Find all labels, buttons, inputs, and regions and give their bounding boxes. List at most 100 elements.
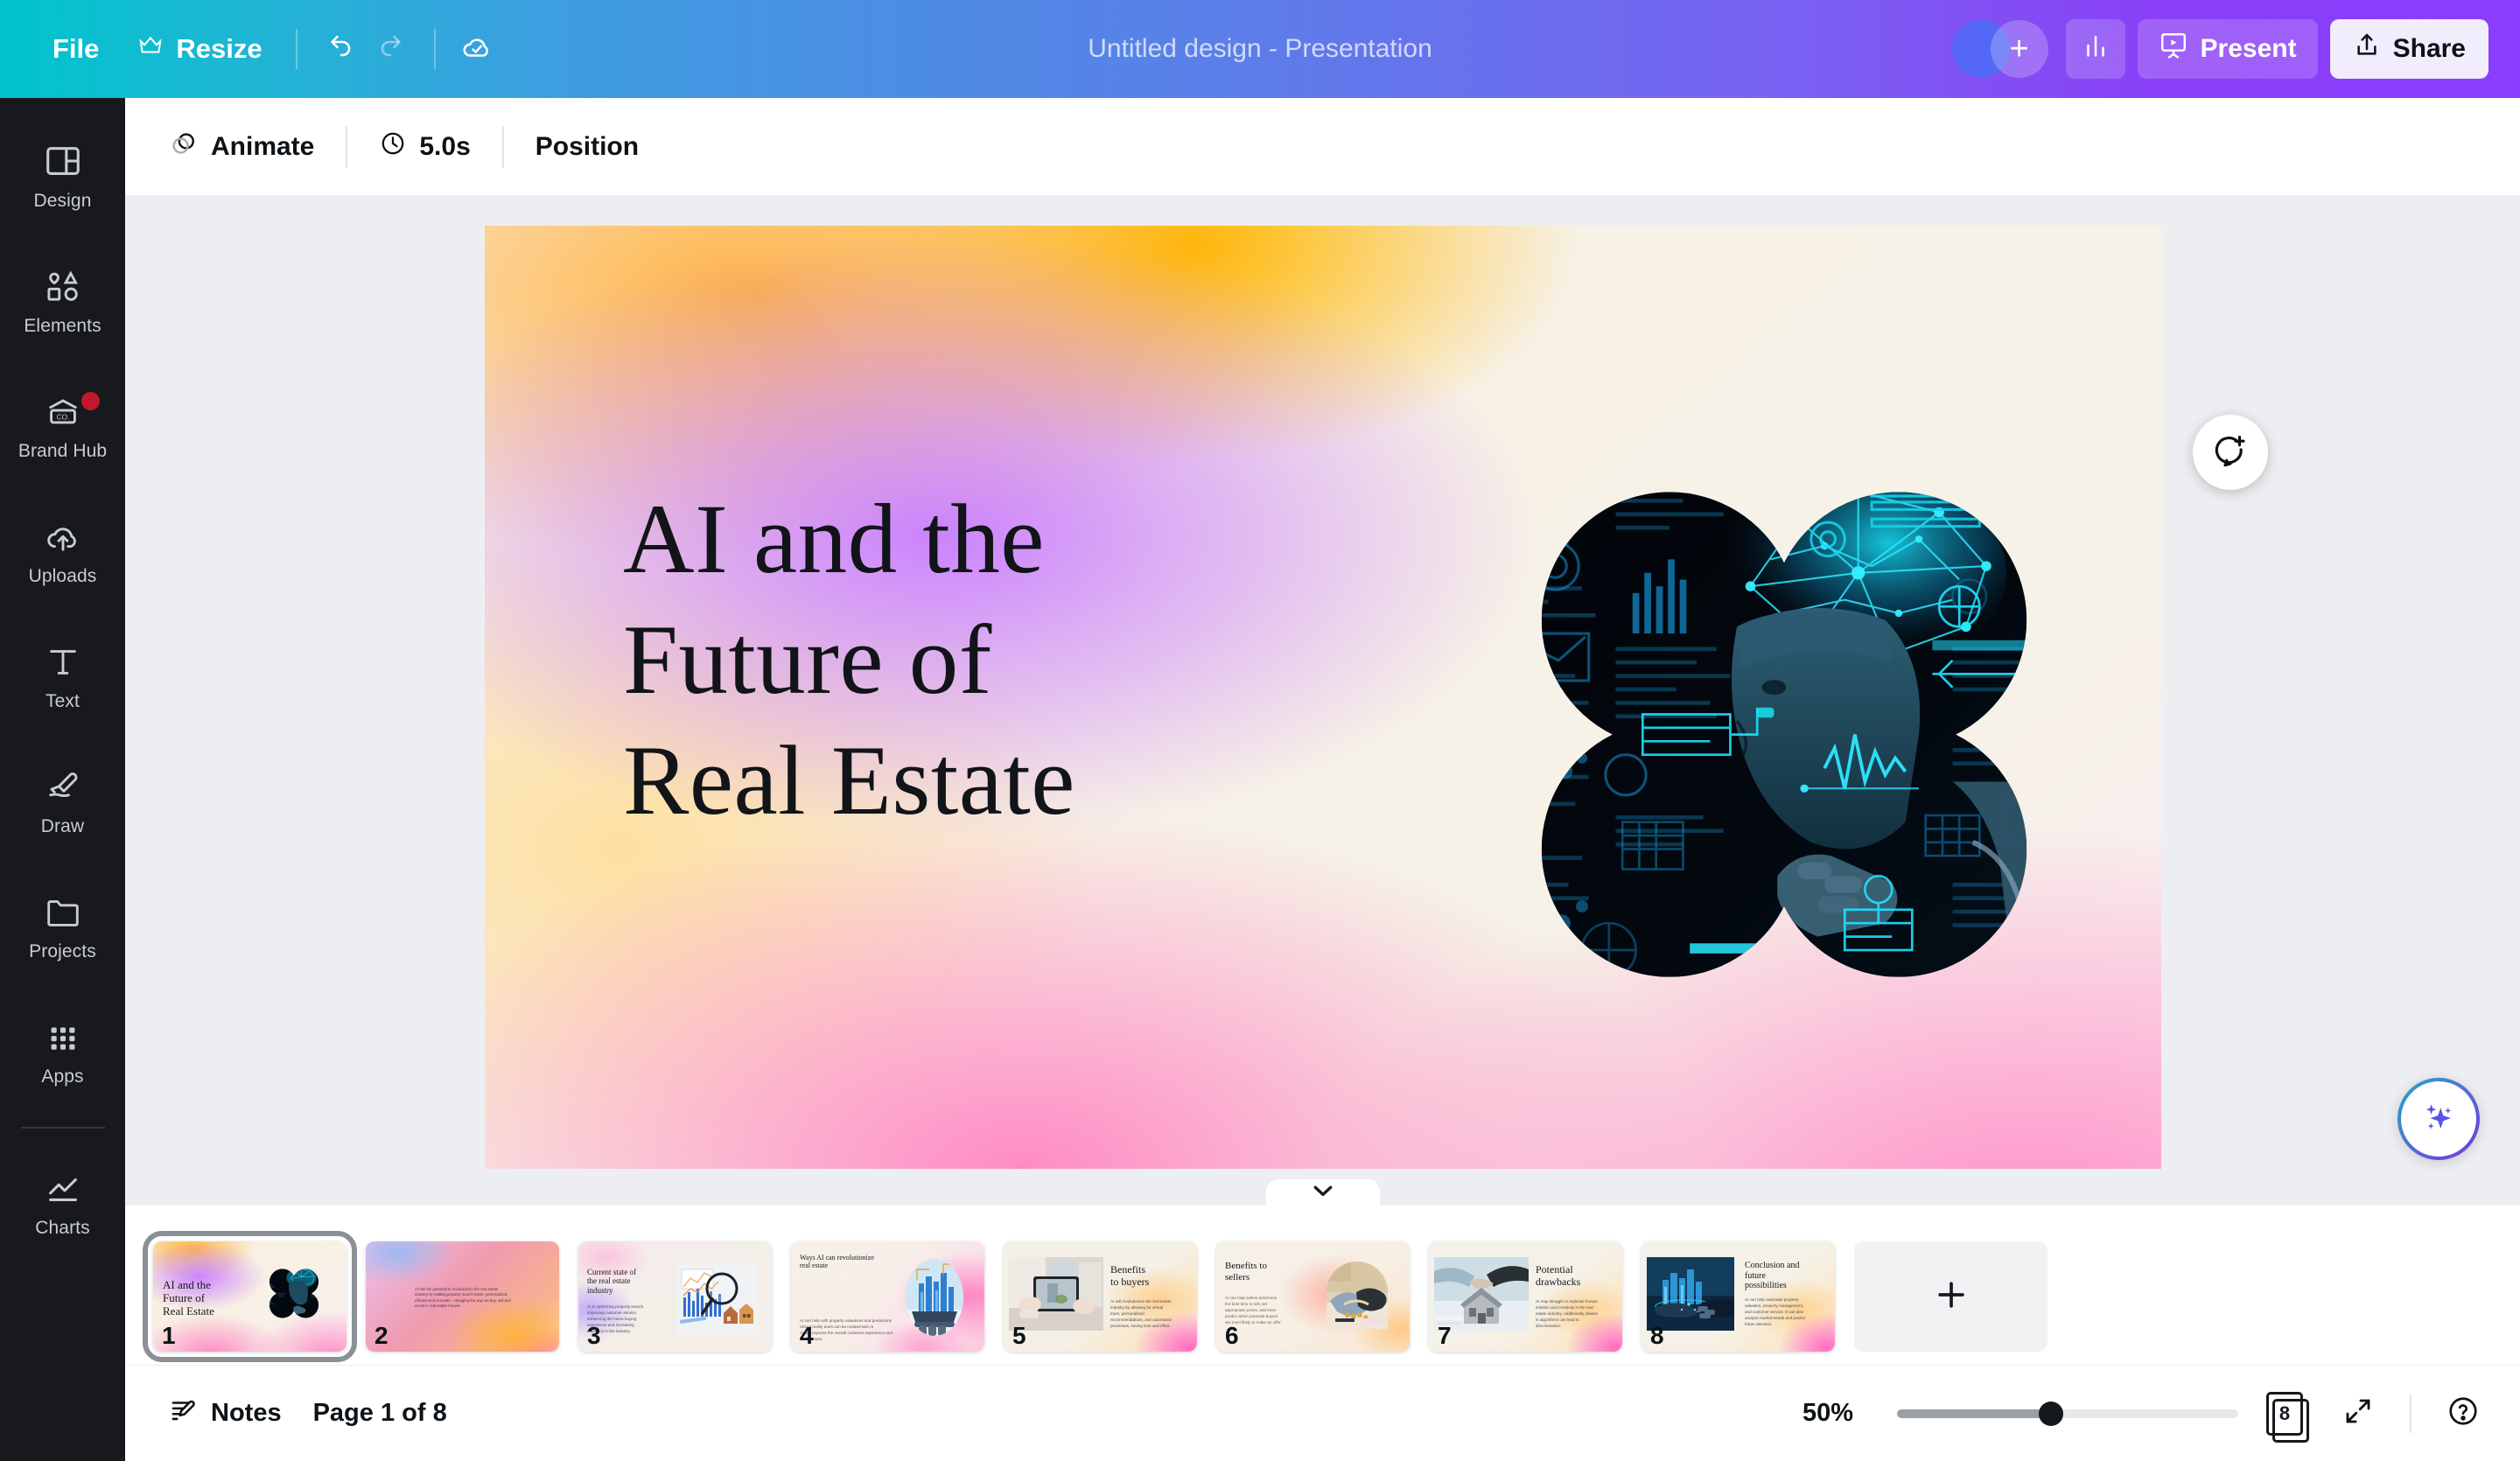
brand-icon: CO. <box>43 392 83 432</box>
sidebar-item-elements[interactable]: Elements <box>0 239 125 364</box>
plus-icon: + <box>2009 31 2029 67</box>
file-menu-button[interactable]: File <box>33 22 118 76</box>
chevron-down-icon <box>1310 1182 1336 1204</box>
page-number: 4 <box>800 1322 814 1349</box>
page-thumbnail-strip[interactable]: AI and the Future of Real Estate 1 AI ha… <box>125 1206 2520 1365</box>
help-circle-icon <box>2446 1395 2480 1432</box>
page-thumbnail-4[interactable]: Ways AI can revolutionize real estate AI… <box>791 1241 984 1352</box>
slider-fill <box>1897 1409 2051 1418</box>
bottom-status-bar: Notes Page 1 of 8 50% 8 <box>125 1365 2520 1461</box>
mini-slide-body: AI will revolutionize the real estate in… <box>1110 1299 1172 1328</box>
sidebar-label: Design <box>33 190 92 211</box>
page-duration-button[interactable]: 5.0s <box>363 117 486 177</box>
page-number: 5 <box>1012 1322 1026 1349</box>
pages-panel: AI and the Future of Real Estate 1 AI ha… <box>125 1179 2520 1365</box>
resize-button[interactable]: Resize <box>118 22 281 76</box>
left-sidebar: Design Elements CO. Brand Hub Uploads Te… <box>0 98 125 1461</box>
sidebar-item-apps[interactable]: Apps <box>0 989 125 1115</box>
shapes-icon <box>43 267 83 307</box>
redo-button[interactable] <box>366 22 420 76</box>
sidebar-item-draw[interactable]: Draw <box>0 739 125 864</box>
sidebar-divider <box>20 1127 105 1129</box>
sidebar-label: Brand Hub <box>18 440 108 461</box>
sidebar-item-charts[interactable]: Charts <box>0 1141 125 1266</box>
svg-text:CO.: CO. <box>56 412 69 421</box>
thumbnail-preview: Ways AI can revolutionize real estate AI… <box>791 1241 984 1352</box>
file-menu-label: File <box>52 33 100 64</box>
mini-slide-image <box>1321 1257 1393 1329</box>
sidebar-item-text[interactable]: Text <box>0 614 125 739</box>
page-number: 8 <box>1650 1322 1664 1349</box>
sidebar-item-projects[interactable]: Projects <box>0 864 125 989</box>
animate-button[interactable]: Animate <box>153 117 330 177</box>
sidebar-label: Draw <box>40 815 85 836</box>
divider <box>295 29 298 69</box>
mini-slide-body: AI may struggle to replicate human intui… <box>1536 1299 1598 1328</box>
grid-view-button[interactable]: 8 <box>2258 1387 2312 1443</box>
mini-slide-title: Benefits to buyers <box>1110 1263 1150 1288</box>
sidebar-item-brand-hub[interactable]: CO. Brand Hub <box>0 364 125 489</box>
mini-slide-body: AI can help automate property valuation,… <box>1745 1297 1806 1326</box>
mini-slide-image <box>1647 1257 1734 1331</box>
position-button[interactable]: Position <box>520 117 654 177</box>
sidebar-label: Elements <box>24 315 102 336</box>
slider-handle[interactable] <box>2038 1401 2063 1426</box>
sidebar-item-uploads[interactable]: Uploads <box>0 489 125 614</box>
add-page-button[interactable] <box>1854 1241 2048 1352</box>
page-thumbnail-7[interactable]: Potential drawbacks AI may struggle to r… <box>1429 1241 1622 1352</box>
sidebar-label: Projects <box>29 940 96 961</box>
page-thumbnail-1[interactable]: AI and the Future of Real Estate 1 <box>143 1231 357 1362</box>
cloud-save-status-button[interactable] <box>450 22 504 76</box>
insights-button[interactable] <box>2065 19 2125 79</box>
page-thumbnail-2[interactable]: AI has the potential to revolutionize th… <box>366 1241 559 1352</box>
add-comment-button[interactable] <box>2193 415 2268 490</box>
position-label: Position <box>535 131 640 161</box>
magic-sparkle-icon <box>2418 1097 2459 1142</box>
share-button[interactable]: Share <box>2329 19 2488 79</box>
undo-button[interactable] <box>312 22 366 76</box>
divider <box>433 29 436 69</box>
document-title[interactable]: Untitled design - Presentation <box>1072 25 1448 73</box>
mini-slide-title: AI and the Future of Real Estate <box>163 1278 214 1318</box>
slide-title-text[interactable]: AI and the Future of Real Estate <box>623 479 1075 842</box>
grid-dots-icon <box>43 1017 83 1058</box>
page-number: 2 <box>374 1322 388 1349</box>
page-thumbnail-8[interactable]: Conclusion and future possibilities AI c… <box>1642 1241 1835 1352</box>
slide-canvas[interactable]: AI and the Future of Real Estate <box>485 226 2161 1169</box>
sidebar-label: Text <box>46 690 80 711</box>
zoom-level-value[interactable]: 50% <box>1802 1399 1878 1428</box>
mini-slide-title: Benefits to sellers <box>1225 1261 1267 1283</box>
present-button[interactable]: Present <box>2137 19 2318 79</box>
magic-studio-button[interactable] <box>2398 1078 2480 1160</box>
page-thumbnail-6[interactable]: Benefits to sellers AI can help sellers … <box>1216 1241 1410 1352</box>
mini-slide-title: Potential drawbacks <box>1536 1263 1581 1288</box>
pen-icon <box>43 767 83 807</box>
undo-icon <box>323 31 354 67</box>
sidebar-item-design[interactable]: Design <box>0 114 125 239</box>
notes-pencil-icon <box>169 1395 199 1432</box>
share-upload-icon <box>2353 31 2381 66</box>
top-bar-left-group: File Resize <box>0 0 504 98</box>
page-number: 3 <box>587 1322 601 1349</box>
mini-slide-image <box>903 1257 966 1338</box>
zoom-slider[interactable] <box>1897 1401 2238 1426</box>
canvas-stage[interactable]: AI and the Future of Real Estate <box>125 196 2520 1206</box>
add-collaborator-button[interactable]: + <box>1990 20 2048 78</box>
page-number: 1 <box>162 1322 176 1349</box>
thumbnail-preview: AI and the Future of Real Estate <box>153 1241 346 1352</box>
collapse-pages-panel-button[interactable] <box>1265 1179 1380 1207</box>
notes-button[interactable]: Notes <box>155 1386 296 1442</box>
help-button[interactable] <box>2436 1387 2490 1441</box>
mini-slide-image <box>676 1262 757 1334</box>
ai-robot-image[interactable] <box>1447 411 2121 1085</box>
page-thumbnail-5[interactable]: Benefits to buyers AI will revolutionize… <box>1004 1241 1197 1352</box>
resize-label: Resize <box>176 33 262 64</box>
layout-icon <box>43 142 83 182</box>
page-thumbnail-3[interactable]: Current state of the real estate industr… <box>578 1241 772 1352</box>
fullscreen-button[interactable] <box>2331 1387 2385 1441</box>
collaborators-group[interactable]: + <box>1951 20 2054 78</box>
bottom-right-group: 50% 8 <box>1802 1387 2490 1443</box>
divider <box>2410 1394 2412 1433</box>
present-screen-icon <box>2159 31 2188 67</box>
context-toolbar: Animate 5.0s Position <box>125 98 2520 196</box>
